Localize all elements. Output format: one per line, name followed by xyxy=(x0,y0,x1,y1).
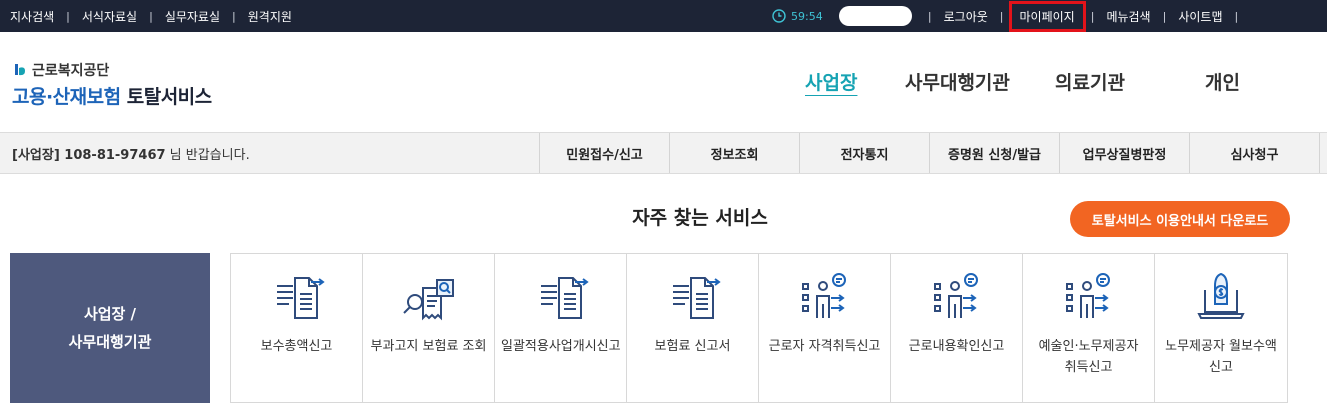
top-utility-bar: 지사검색 | 서식자료실 | 실무자료실 | 원격지원 59:54 로그인연장 … xyxy=(0,0,1327,32)
category-tab-workplace-agency[interactable]: 사업장 / 사무대행기관 xyxy=(10,253,210,403)
logout-link[interactable]: 로그아웃 xyxy=(944,8,988,25)
category-line1: 사업장 / xyxy=(83,305,137,323)
submenu-certificate[interactable]: 증명원 신청/발급 xyxy=(929,133,1059,173)
divider: | xyxy=(927,9,932,23)
document-arrows-icon xyxy=(672,277,721,319)
divider: | xyxy=(1234,9,1239,23)
forms-library-link[interactable]: 서식자료실 xyxy=(82,8,137,25)
search-document-icon xyxy=(402,279,454,321)
service-card-label: 보험료 신고서 xyxy=(654,339,731,354)
submenu-occupational-disease[interactable]: 업무상질병판정 xyxy=(1059,133,1189,173)
divider: | xyxy=(232,9,236,23)
divider: | xyxy=(66,9,70,23)
tab-individual[interactable]: 개인 xyxy=(1205,68,1240,95)
submenu-e-notice[interactable]: 전자통지 xyxy=(799,133,929,173)
service-cards: 보수총액신고 부과고지 보험료 조회 일괄적용사업개시신고 보험료 신고서 근로… xyxy=(230,253,1288,403)
service-card[interactable]: 근로자 자격취득신고 xyxy=(759,254,891,402)
service-card-label: 일괄적용사업개시신고 xyxy=(501,339,621,354)
divider: | xyxy=(999,9,1004,23)
category-line2: 사무대행기관 xyxy=(68,333,152,351)
service-card[interactable]: 보수총액신고 xyxy=(231,254,363,402)
service-card-label: 근로자 자격취득신고 xyxy=(768,339,881,354)
service-card[interactable]: 근로내용확인신고 xyxy=(891,254,1023,402)
service-card-label: 부과고지 보험료 조회 xyxy=(370,339,487,354)
greeting-suffix: 님 반갑습니다. xyxy=(165,147,250,163)
tab-medical[interactable]: 의료기관 xyxy=(1055,68,1125,95)
remote-support-link[interactable]: 원격지원 xyxy=(248,8,292,25)
session-timer: 59:54 xyxy=(772,9,823,23)
sub-menu: 민원접수/신고 정보조회 전자통지 증명원 신청/발급 업무상질병판정 심사청구 xyxy=(539,133,1320,173)
service-card[interactable]: 노무제공자 월보수액 신고 xyxy=(1155,254,1287,402)
service-card[interactable]: 부과고지 보험료 조회 xyxy=(363,254,495,402)
extend-login-button[interactable]: 로그인연장 xyxy=(838,6,912,26)
worker-report-icon xyxy=(1065,273,1110,318)
service-card[interactable]: 보험료 신고서 xyxy=(627,254,759,402)
timer-value: 59:54 xyxy=(791,9,823,23)
service-card-label: 보수총액신고 xyxy=(260,339,333,354)
worker-report-icon xyxy=(933,273,978,318)
document-arrows-icon xyxy=(276,277,325,319)
main-tabs: 사업장 사무대행기관 의료기관 개인 xyxy=(0,68,1327,98)
business-id: [사업장] 108-81-97467 xyxy=(12,147,166,163)
mypage-link[interactable]: 마이페이지 xyxy=(1008,0,1086,32)
branch-search-link[interactable]: 지사검색 xyxy=(10,8,54,25)
money-laptop-icon xyxy=(1197,272,1245,319)
tab-workplace[interactable]: 사업장 xyxy=(805,68,857,95)
utility-links: 지사검색 | 서식자료실 | 실무자료실 | 원격지원 xyxy=(10,0,292,32)
service-card-label: 노무제공자 월보수액 신고 xyxy=(1165,339,1277,375)
menu-search-link[interactable]: 메뉴검색 xyxy=(1106,8,1150,25)
worker-report-icon xyxy=(801,273,846,318)
service-card[interactable]: 예술인·노무제공자 취득신고 xyxy=(1023,254,1155,402)
session-links: 59:54 로그인연장 | 로그아웃 | 마이페이지 | 메뉴검색 | 사이트맵… xyxy=(772,0,1250,32)
divider: | xyxy=(149,9,153,23)
sub-navigation: [사업장] 108-81-97467 님 반갑습니다. 민원접수/신고 정보조회… xyxy=(0,132,1327,174)
divider: | xyxy=(1162,9,1167,23)
guide-download-button[interactable]: 토탈서비스 이용안내서 다운로드 xyxy=(1070,201,1290,237)
practice-library-link[interactable]: 실무자료실 xyxy=(165,8,220,25)
divider: | xyxy=(1090,9,1095,23)
tab-agency[interactable]: 사무대행기관 xyxy=(905,68,1010,95)
submenu-info-inquiry[interactable]: 정보조회 xyxy=(669,133,799,173)
submenu-complaint-report[interactable]: 민원접수/신고 xyxy=(539,133,669,173)
sitemap-link[interactable]: 사이트맵 xyxy=(1178,8,1222,25)
document-arrows-icon xyxy=(540,277,589,319)
service-card-label: 예술인·노무제공자 취득신고 xyxy=(1038,339,1139,375)
service-card[interactable]: 일괄적용사업개시신고 xyxy=(495,254,627,402)
service-card-label: 근로내용확인신고 xyxy=(908,339,1005,354)
clock-icon xyxy=(772,9,786,23)
submenu-review-claim[interactable]: 심사청구 xyxy=(1189,133,1320,173)
greeting: [사업장] 108-81-97467 님 반갑습니다. xyxy=(12,133,250,173)
